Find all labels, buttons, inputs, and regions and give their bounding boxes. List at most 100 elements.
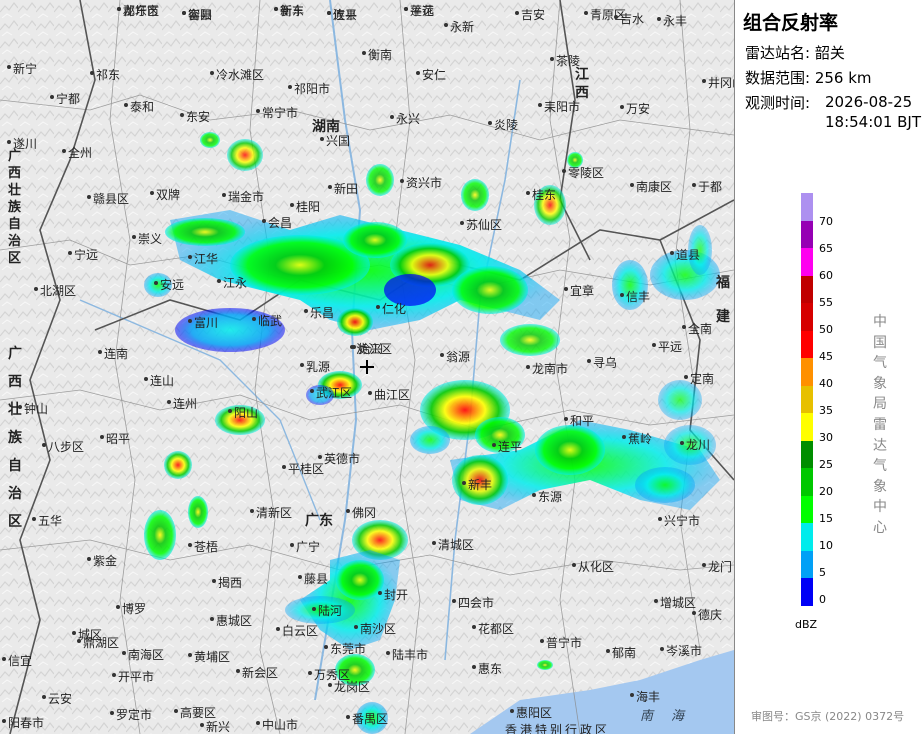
city-label: 新丰 — [461, 478, 493, 492]
city-label: 五华 — [31, 514, 63, 528]
city-label: 增城区 — [653, 596, 697, 610]
city-label: 南康区 — [629, 180, 673, 194]
time-date: 2026-08-25 — [825, 93, 913, 111]
legend-tick-label: 30 — [819, 431, 833, 444]
city-label: 龙圩区 — [116, 4, 160, 18]
city-label: 万秀区 — [307, 668, 351, 682]
city-label: 东源 — [531, 490, 563, 504]
city-label: 江永 — [216, 276, 248, 290]
city-label: 平远 — [651, 340, 683, 354]
city-label: 新会区 — [235, 666, 279, 680]
city-label: 会昌 — [261, 216, 293, 230]
city-label: 耒阳市 — [537, 100, 581, 114]
city-label: 钟山 — [17, 402, 49, 416]
city-label: 博罗 — [115, 602, 147, 616]
time-value: 2026-08-25 18:54:01 BJT — [825, 92, 921, 132]
city-label: 常宁市 — [255, 106, 299, 120]
city-label: 于都 — [691, 180, 723, 194]
city-label: 连平 — [491, 440, 523, 454]
legend-swatch — [801, 495, 813, 523]
legend-tick-label: 10 — [819, 539, 833, 552]
city-label: 双牌 — [149, 188, 181, 202]
city-label: 番禺区 — [345, 712, 389, 726]
city-label: 阳山 — [227, 406, 259, 420]
city-label: 罗定市 — [109, 708, 153, 722]
city-label: 炎陵 — [487, 118, 519, 132]
legend-swatch — [801, 413, 813, 441]
city-label: 瑞金市 — [221, 190, 265, 204]
sea-label: 南海 — [640, 709, 703, 724]
city-label: 宁都 — [49, 92, 81, 106]
city-label: 清新区 — [249, 506, 293, 520]
city-label: 东莞市 — [323, 642, 367, 656]
range-value: 256 km — [814, 69, 872, 87]
city-label: 茶陵 — [549, 54, 581, 68]
city-label: 吉水 — [613, 12, 645, 26]
city-label: 祁东 — [89, 68, 121, 82]
city-label: 新丰 — [273, 4, 305, 18]
city-label: 苏仙区 — [459, 218, 503, 232]
city-label: 宁远 — [67, 248, 99, 262]
city-label: 永新 — [443, 20, 475, 34]
city-label: 永丰 — [656, 14, 688, 28]
city-label: 惠阳区 — [509, 706, 553, 720]
legend-swatch — [801, 578, 813, 606]
city-label: 从化区 — [571, 560, 615, 574]
city-label: 冷水滩区 — [209, 68, 265, 82]
city-label: 遂川 — [6, 137, 38, 151]
city-label: 道县 — [669, 248, 701, 262]
legend-tick-label: 25 — [819, 458, 833, 471]
city-label: 陆河 — [311, 604, 343, 618]
range-row: 数据范围: 256 km — [745, 67, 872, 88]
review-number: 审图号：GS京 (2022) 0372号 — [751, 710, 905, 723]
city-label: 新田 — [327, 182, 359, 196]
city-label: 兴国 — [319, 134, 351, 148]
city-label: 崇义 — [131, 232, 163, 246]
city-label: 南海区 — [121, 648, 165, 662]
city-label: 平桂区 — [281, 462, 325, 476]
city-label: 新兴 — [199, 720, 231, 734]
radar-viewer: 湖南 江西 广东 广西壮族自治区 福建 广西壮族自治区 南海 香港特别行政区 郡… — [0, 0, 924, 734]
city-label: 北湖区 — [33, 284, 77, 298]
city-label: 乐昌 — [303, 306, 335, 320]
city-label: 连山 — [143, 374, 175, 388]
city-label: 井冈山市 — [701, 74, 734, 91]
city-label: 信丰 — [619, 290, 651, 304]
info-panel: 组合反射率 雷达站名: 韶关 数据范围: 256 km 观测时间: 2026-0… — [735, 0, 924, 734]
city-label: 中山市 — [255, 718, 299, 732]
legend-swatch — [801, 523, 813, 551]
city-label: 八步区 — [41, 440, 85, 454]
city-label: 惠城区 — [209, 614, 253, 628]
legend-swatch — [801, 275, 813, 303]
city-label: 开平市 — [111, 670, 155, 684]
province-label-guangxi-south: 广西壮族自治区 — [8, 346, 22, 530]
city-label: 紫金 — [86, 554, 118, 568]
city-label: 泰和 — [123, 100, 155, 114]
station-value: 韶关 — [814, 44, 845, 62]
city-label: 昭平 — [99, 432, 131, 446]
city-label: 零陵区 — [561, 166, 605, 180]
city-label: 岑溪市 — [659, 644, 703, 658]
city-label: 龙门 — [701, 560, 733, 574]
city-label: 新宁 — [6, 62, 38, 76]
legend-swatch — [801, 385, 813, 413]
legend-swatch — [801, 440, 813, 468]
legend-tick-label: 40 — [819, 377, 833, 390]
city-label: 祁阳市 — [287, 82, 331, 96]
radar-map[interactable]: 湖南 江西 广东 广西壮族自治区 福建 广西壮族自治区 南海 香港特别行政区 郡… — [0, 0, 735, 734]
hongkong-label: 香港特别行政区 — [505, 723, 611, 734]
city-label: 蕉岭 — [621, 432, 653, 446]
range-label: 数据范围: — [745, 69, 811, 87]
city-label: 容县 — [181, 8, 213, 22]
city-label: 曲江区 — [367, 388, 411, 402]
city-label: 定南 — [683, 372, 715, 386]
legend-tick-label: 15 — [819, 512, 833, 525]
city-label: 白云区 — [275, 624, 319, 638]
city-label: 乳源 — [299, 360, 331, 374]
city-label: 翁源 — [439, 350, 471, 364]
city-label: 德庆 — [691, 608, 723, 622]
city-label: 阳春市 — [1, 716, 45, 730]
legend-tick-label: 20 — [819, 485, 833, 498]
city-label: 佛冈 — [345, 506, 377, 520]
legend-tick-label: 55 — [819, 296, 833, 309]
